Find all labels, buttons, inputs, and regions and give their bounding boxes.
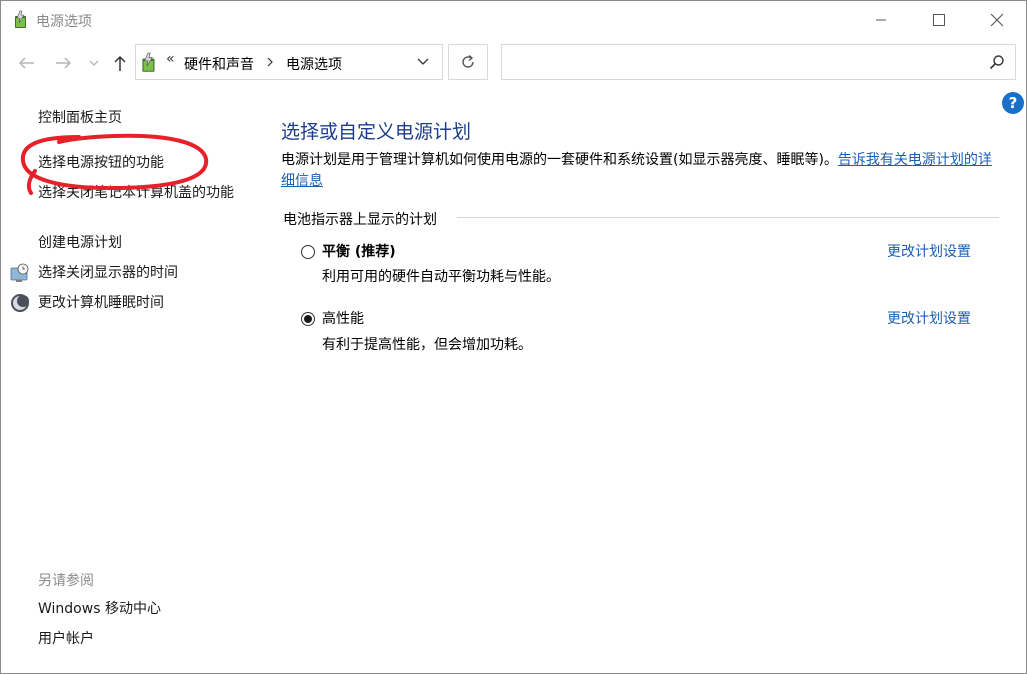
address-dropdown-icon[interactable]	[416, 56, 430, 68]
maximize-icon	[933, 14, 945, 26]
control-panel-home-link[interactable]: 控制面板主页	[38, 108, 122, 129]
minimize-button[interactable]	[852, 1, 910, 39]
plan-high-performance-settings-link[interactable]: 更改计划设置	[887, 308, 971, 328]
forward-arrow-icon	[56, 57, 72, 69]
plan-high-performance-name[interactable]: 高性能	[322, 308, 364, 328]
choose-lid-close-link[interactable]: 选择关闭笔记本计算机盖的功能	[38, 183, 243, 204]
up-button[interactable]	[107, 49, 133, 77]
address-bar[interactable]: « 硬件和声音 电源选项	[135, 44, 443, 80]
search-icon	[989, 55, 1004, 70]
user-accounts-link[interactable]: 用户帐户	[38, 629, 94, 650]
up-arrow-icon	[114, 55, 126, 71]
window-title: 电源选项	[36, 14, 92, 30]
help-button[interactable]: ?	[1002, 92, 1024, 114]
recent-locations-button[interactable]	[83, 49, 105, 77]
change-sleep-time-link[interactable]: 更改计算机睡眠时间	[38, 293, 164, 314]
power-options-icon	[142, 52, 155, 72]
title-bar: 电源选项	[1, 1, 1026, 39]
plan-high-performance-desc: 有利于提高性能，但会增加功耗。	[322, 337, 532, 353]
radio-selected-dot	[304, 315, 312, 323]
close-icon	[990, 13, 1004, 27]
page-description: 电源计划是用于管理计算机如何使用电源的一套硬件和系统设置(如显示器亮度、睡眠等)…	[281, 150, 1001, 192]
minimize-icon	[876, 19, 886, 21]
back-button[interactable]	[13, 49, 39, 77]
search-box[interactable]	[501, 44, 1016, 80]
close-button[interactable]	[968, 1, 1026, 39]
plan-high-performance-radio[interactable]	[301, 312, 315, 326]
battery-plans-heading: 电池指示器上显示的计划	[283, 212, 437, 228]
forward-button[interactable]	[51, 49, 77, 77]
power-options-icon	[15, 10, 26, 28]
breadcrumb-overflow[interactable]: «	[166, 51, 175, 67]
breadcrumb-power-options[interactable]: 电源选项	[286, 54, 342, 74]
refresh-icon	[462, 54, 474, 68]
choose-power-button-link[interactable]: 选择电源按钮的功能	[38, 153, 164, 174]
plan-balanced-name[interactable]: 平衡 (推荐)	[322, 241, 396, 261]
breadcrumb-hardware-sound[interactable]: 硬件和声音	[184, 54, 254, 74]
power-options-window: 电源选项 « 硬件和声音 电源选项 ? 控制面板主页 选择电源按钮的功能 选择关…	[0, 0, 1027, 674]
plan-balanced-desc: 利用可用的硬件自动平衡功耗与性能。	[322, 269, 560, 285]
description-text: 电源计划是用于管理计算机如何使用电源的一套硬件和系统设置(如显示器亮度、睡眠等)…	[281, 152, 838, 168]
see-also-heading: 另请参阅	[38, 573, 94, 589]
plan-balanced-settings-link[interactable]: 更改计划设置	[887, 241, 971, 261]
create-power-plan-link[interactable]: 创建电源计划	[38, 233, 122, 254]
page-title: 选择或自定义电源计划	[281, 121, 472, 143]
breadcrumb-chevron-icon[interactable]	[264, 54, 276, 70]
display-clock-icon	[10, 263, 29, 282]
back-arrow-icon	[18, 57, 34, 69]
turn-off-display-time-link[interactable]: 选择关闭显示器的时间	[38, 263, 178, 284]
group-divider	[457, 217, 999, 218]
maximize-button[interactable]	[910, 1, 968, 39]
windows-mobility-center-link[interactable]: Windows 移动中心	[38, 599, 161, 620]
refresh-button[interactable]	[448, 44, 488, 80]
recent-dropdown-icon	[89, 60, 99, 66]
plan-balanced-radio[interactable]	[301, 245, 315, 259]
sleep-moon-icon	[11, 294, 29, 312]
